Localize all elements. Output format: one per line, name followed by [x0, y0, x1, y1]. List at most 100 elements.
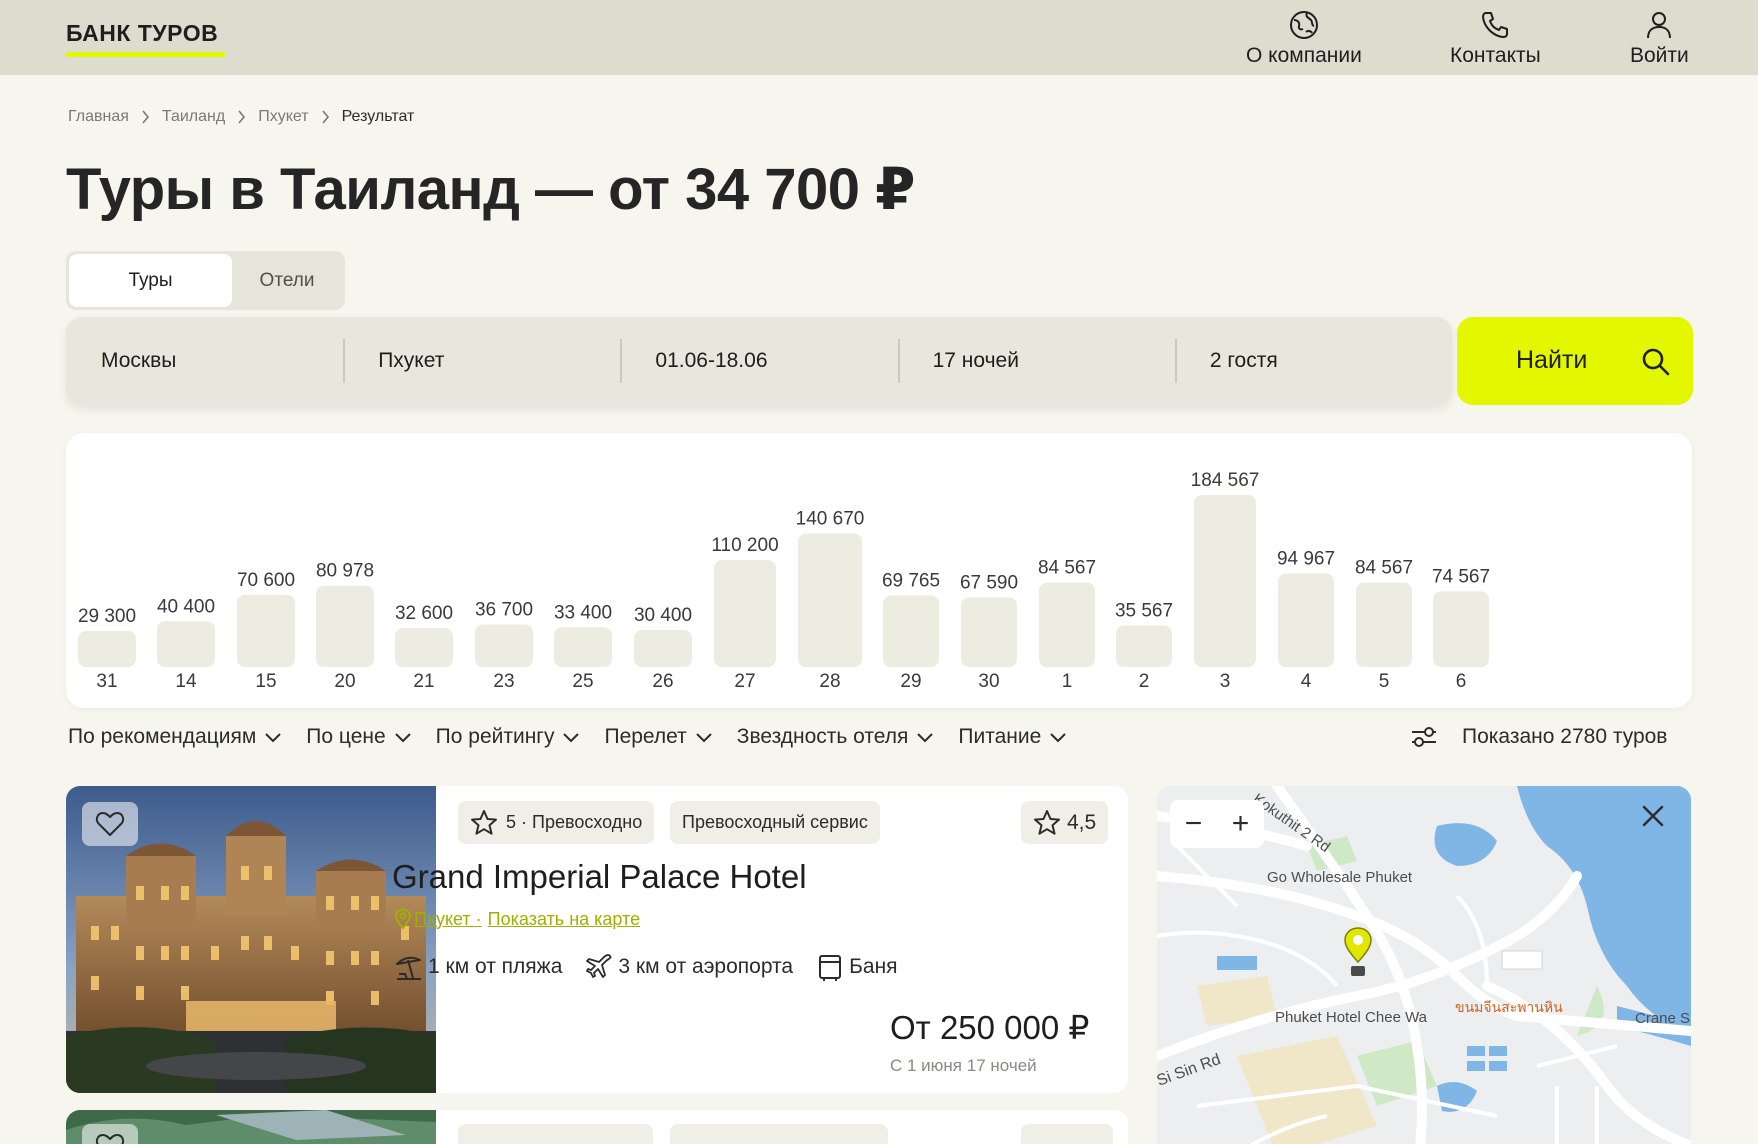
zoom-out-button[interactable]: −: [1185, 809, 1203, 839]
chart-bar[interactable]: [714, 560, 776, 667]
chart-value-label: 30 400: [634, 605, 692, 626]
chart-bar[interactable]: [395, 628, 453, 667]
chart-bar[interactable]: [475, 624, 533, 667]
user-icon: [1647, 12, 1672, 39]
chart-bar[interactable]: [1433, 591, 1489, 667]
guests-field[interactable]: 2 гостя: [1174, 317, 1452, 405]
chart-category-label: 2: [1139, 671, 1150, 692]
chart-bar[interactable]: [883, 595, 939, 667]
nav-about-label: О компании: [1246, 44, 1362, 67]
tab-tours[interactable]: Туры: [69, 254, 232, 307]
globe-icon: [1289, 11, 1318, 39]
chevron-down-icon: [563, 732, 580, 742]
search-icon: [1642, 348, 1670, 376]
map-poi-label: ขนมจีนสะพานหิน: [1455, 1000, 1563, 1016]
chart-category-label: 23: [493, 671, 514, 692]
zoom-in-button[interactable]: +: [1232, 809, 1250, 839]
filter-label: По рейтингу: [435, 725, 555, 748]
favorite-button[interactable]: [82, 802, 138, 846]
chevron-down-icon: [917, 732, 934, 742]
chart-bar[interactable]: [554, 627, 612, 667]
filter-meals[interactable]: Питание: [958, 725, 1067, 749]
chart-category-label: 3: [1220, 671, 1231, 692]
hotel-name[interactable]: Grand Imperial Palace Hotel: [392, 858, 807, 896]
breadcrumb-country[interactable]: Таиланд: [162, 108, 225, 126]
chart-category-label: 21: [413, 671, 434, 692]
chart-bar[interactable]: [1356, 582, 1412, 667]
nights-field[interactable]: 17 ночей: [897, 317, 1175, 405]
filter-label: По рекомендациям: [68, 725, 257, 748]
chevron-down-icon: [265, 732, 282, 742]
chart-category-label: 20: [334, 671, 355, 692]
stars-badge: 5 · Превосходно: [458, 801, 655, 844]
show-on-map-link[interactable]: Показать на карте: [488, 909, 640, 930]
filter-flight[interactable]: Перелет: [604, 725, 712, 749]
find-button[interactable]: Найти: [1457, 317, 1693, 405]
price-chart: 29 300 31 40 400 14 70 600 15 80 978 20 32 600 21…: [66, 433, 1692, 708]
chart-bar[interactable]: [634, 630, 692, 667]
settings-sliders-icon[interactable]: [1410, 725, 1438, 749]
hotel-card[interactable]: [66, 1110, 1128, 1144]
breadcrumb-home[interactable]: Главная: [68, 108, 129, 126]
map-hotel-label: Phuket Hotel Chee Wa: [1275, 1009, 1428, 1026]
chart-bar[interactable]: [1194, 495, 1256, 667]
filter-rating[interactable]: По рейтингу: [436, 725, 581, 749]
airplane-icon: [586, 954, 612, 978]
service-badge: Превосходный сервис: [670, 801, 880, 844]
hotel-price-details: С 1 июня 17 ночей: [890, 1056, 1037, 1075]
chart-value-label: 84 567: [1355, 558, 1413, 579]
nav-login[interactable]: Войти: [1630, 8, 1689, 68]
filter-price[interactable]: По цене: [306, 725, 411, 749]
chevron-down-icon: [1050, 732, 1067, 742]
chart-value-label: 32 600: [395, 603, 453, 624]
results-count-text: Показано 2780 туров: [1462, 725, 1668, 748]
chart-bar[interactable]: [157, 621, 215, 667]
chart-value-label: 70 600: [237, 570, 295, 591]
chart-bar[interactable]: [1116, 625, 1172, 667]
favorite-button[interactable]: [82, 1124, 138, 1144]
nav-login-label: Войти: [1630, 44, 1689, 67]
breadcrumb-current: Результат: [341, 108, 415, 125]
breadcrumb-city[interactable]: Пхукет: [258, 108, 308, 126]
star-icon: [471, 810, 497, 835]
chart-value-label: 74 567: [1432, 566, 1490, 587]
chart-category-label: 29: [900, 671, 921, 692]
chart-bar[interactable]: [316, 585, 374, 667]
logo[interactable]: БАНК ТУРОВ: [66, 20, 218, 47]
chart-category-label: 30: [978, 671, 999, 692]
chart-bar[interactable]: [961, 597, 1017, 667]
chart-bar[interactable]: [798, 533, 862, 667]
rating-badge: [1021, 1124, 1113, 1144]
chevron-down-icon: [394, 732, 411, 742]
chart-bar[interactable]: [237, 594, 295, 667]
filter-label: Питание: [958, 725, 1042, 748]
results-count: Показано 2780 туров: [1410, 725, 1667, 749]
hotel-price: От 250 000 ₽: [890, 1009, 1090, 1046]
chart-category-label: 28: [819, 671, 840, 692]
filter-recommendations[interactable]: По рекомендациям: [68, 725, 282, 749]
close-icon[interactable]: [1640, 803, 1666, 829]
amenity-airport: 3 км от аэропорта: [584, 952, 793, 982]
chart-bar[interactable]: [78, 631, 136, 667]
to-field[interactable]: Пхукет: [343, 317, 620, 405]
chart-category-label: 5: [1379, 671, 1390, 692]
chart-bar[interactable]: [1278, 573, 1334, 667]
hotel-city-link[interactable]: Пхукет ·: [414, 909, 482, 930]
logo-underline: [66, 52, 225, 57]
chart-bar[interactable]: [1039, 582, 1095, 667]
amenity-airport-label: 3 км от аэропорта: [618, 955, 794, 978]
nav-about[interactable]: О компании: [1246, 8, 1362, 68]
chevron-right-icon: [141, 110, 150, 124]
filter-stars[interactable]: Звездность отеля: [737, 725, 935, 749]
map-poi-label: Crane S: [1635, 1010, 1690, 1027]
chart-value-label: 184 567: [1191, 470, 1260, 491]
nav-contacts[interactable]: Контакты: [1450, 8, 1541, 68]
tabs: Туры Отели: [66, 251, 345, 310]
from-field[interactable]: Москвы: [66, 317, 343, 405]
chart-category-label: 6: [1456, 671, 1467, 692]
tab-hotels[interactable]: Отели: [232, 254, 342, 307]
service-badge: [670, 1124, 888, 1144]
dates-field[interactable]: 01.06-18.06: [620, 317, 897, 405]
amenity-beach-label: 1 км от пляжа: [428, 955, 563, 978]
chart-value-label: 94 967: [1277, 548, 1335, 569]
